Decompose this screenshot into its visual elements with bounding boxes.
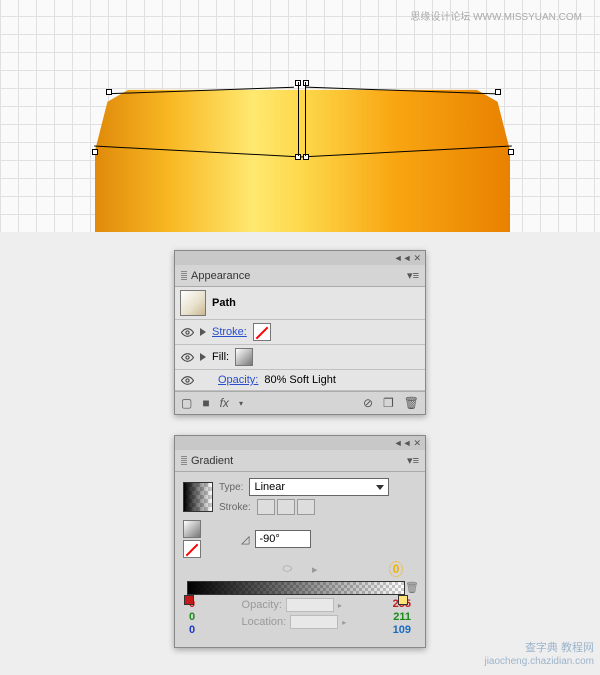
gradient-preview-swatch[interactable] xyxy=(183,482,213,512)
stroke-row[interactable]: Stroke: xyxy=(175,320,425,345)
location-input[interactable] xyxy=(290,615,338,629)
type-select[interactable]: Linear xyxy=(249,478,389,496)
fill-target-swatch[interactable] xyxy=(183,520,201,538)
watermark-top: 思缘设计论坛 WWW.MISSYUAN.COM xyxy=(410,8,582,23)
new-stroke-icon[interactable]: ▢ xyxy=(181,396,192,410)
anchor-point[interactable] xyxy=(92,149,98,155)
watermark-line1: 查字典 教程网 xyxy=(484,641,594,655)
expand-icon[interactable] xyxy=(200,353,206,361)
path-row: Path xyxy=(175,287,425,320)
aspect-stepper: ▸ xyxy=(312,563,318,576)
opacity-input[interactable] xyxy=(286,598,334,612)
appearance-panel: ◄◄ ✕ Appearance ▾≡ Path Stroke: Fill: xyxy=(174,250,426,415)
stroke-gradient-buttons[interactable] xyxy=(257,499,315,515)
panel-header-controls: ◄◄ ✕ xyxy=(175,251,425,265)
watermark-bottom: 查字典 教程网 jiaocheng.chazidian.com xyxy=(484,641,594,669)
grip-icon xyxy=(181,456,187,466)
gradient-slider[interactable] xyxy=(187,581,405,595)
watermark-line2: jiaocheng.chazidian.com xyxy=(484,655,594,669)
collapse-icon[interactable]: ◄◄ xyxy=(394,253,412,263)
rgb-g: 211 xyxy=(393,611,411,624)
panel-area: ◄◄ ✕ Appearance ▾≡ Path Stroke: Fill: xyxy=(0,232,600,675)
angle-icon: ◿ xyxy=(241,533,249,546)
panel-title: Gradient xyxy=(191,455,233,467)
collapse-icon[interactable]: ◄◄ xyxy=(394,438,412,448)
opacity-link[interactable]: Opacity: xyxy=(218,374,258,386)
opacity-row[interactable]: Opacity: 80% Soft Light xyxy=(175,370,425,391)
panel-tab[interactable]: Gradient ▾≡ xyxy=(175,450,425,472)
center-guide xyxy=(298,82,306,156)
gradient-panel: ◄◄ ✕ Gradient ▾≡ Type: Linear xyxy=(174,435,426,648)
fx-button[interactable]: fx xyxy=(220,396,229,410)
location-label: Location: xyxy=(242,616,287,628)
stroke-link[interactable]: Stroke: xyxy=(212,326,247,338)
grip-icon xyxy=(181,271,187,281)
angle-value: -90° xyxy=(259,533,279,545)
clear-icon[interactable]: ⊘ xyxy=(363,396,373,410)
panel-menu-icon[interactable]: ▾≡ xyxy=(407,454,419,467)
panel-header-controls: ◄◄ ✕ xyxy=(175,436,425,450)
path-label: Path xyxy=(212,297,236,309)
duplicate-icon[interactable]: ❐ xyxy=(383,396,394,410)
fill-row[interactable]: Fill: xyxy=(175,345,425,370)
panel-menu-icon[interactable]: ▾≡ xyxy=(407,269,419,282)
stop-fields: Opacity:▸ Location:▸ xyxy=(242,598,347,637)
type-value: Linear xyxy=(254,481,285,493)
angle-input[interactable]: -90° xyxy=(255,530,311,548)
trash-icon[interactable]: 🗑 xyxy=(405,581,419,594)
new-fill-icon[interactable]: ■ xyxy=(202,396,209,410)
gradient-stop-left[interactable] xyxy=(184,595,194,605)
fill-swatch[interactable] xyxy=(235,348,253,366)
trash-icon[interactable]: 🗑 xyxy=(404,396,419,410)
visibility-icon[interactable] xyxy=(180,350,194,364)
stroke-label: Stroke: xyxy=(219,502,251,513)
anchor-point[interactable] xyxy=(106,89,112,95)
artboard-canvas[interactable]: 思缘设计论坛 WWW.MISSYUAN.COM xyxy=(0,0,600,232)
anchor-point[interactable] xyxy=(508,149,514,155)
gradient-stop-right[interactable] xyxy=(398,595,408,605)
panel-footer: ▢ ■ fx ▾ ⊘ ❐ 🗑 xyxy=(175,391,425,414)
rgb-b: 109 xyxy=(393,624,411,637)
rgb-b: 0 xyxy=(189,624,195,637)
opacity-label: Opacity: xyxy=(242,599,282,611)
stroke-target-swatch[interactable] xyxy=(183,540,201,558)
expand-icon[interactable] xyxy=(200,328,206,336)
chevron-down-icon xyxy=(376,485,384,490)
anchor-point[interactable] xyxy=(495,89,501,95)
visibility-icon[interactable] xyxy=(180,325,194,339)
close-icon[interactable]: ✕ xyxy=(413,253,421,264)
opacity-value: 80% Soft Light xyxy=(264,374,336,386)
fx-chevron-icon[interactable]: ▾ xyxy=(239,399,243,408)
stroke-swatch-none[interactable] xyxy=(253,323,271,341)
panel-title: Appearance xyxy=(191,270,250,282)
path-thumbnail xyxy=(180,290,206,316)
midpoint-indicator: 0 xyxy=(389,561,403,577)
aspect-icon: ⬭ xyxy=(283,563,292,576)
panel-tab[interactable]: Appearance ▾≡ xyxy=(175,265,425,287)
fill-label: Fill: xyxy=(212,351,229,363)
visibility-icon[interactable] xyxy=(180,373,194,387)
type-label: Type: xyxy=(219,482,243,493)
rgb-g: 0 xyxy=(189,611,195,624)
close-icon[interactable]: ✕ xyxy=(413,438,421,449)
